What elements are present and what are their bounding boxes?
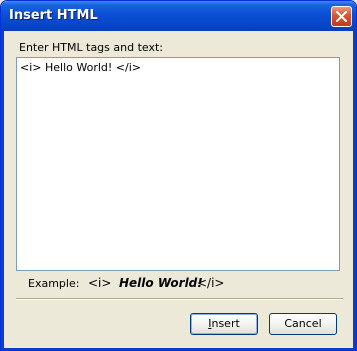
close-button[interactable] (331, 6, 352, 27)
separator (16, 298, 343, 300)
dialog-title: Insert HTML (9, 8, 98, 23)
window-frame-left (1, 31, 4, 350)
insert-html-dialog: Insert HTML Enter HTML tags and text: <i… (0, 0, 357, 351)
insert-button[interactable]: Insert (190, 313, 258, 335)
example-rendered-text: Hello World! (119, 276, 203, 290)
title-bar[interactable]: Insert HTML (1, 1, 356, 31)
example-close-tag: </i> (197, 276, 225, 290)
window-frame-right (353, 31, 356, 350)
example-open-tag: <i> (88, 276, 112, 290)
prompt-label: Enter HTML tags and text: (19, 41, 163, 54)
insert-label-rest: nsert (211, 317, 240, 330)
close-icon (336, 11, 347, 22)
html-input[interactable]: <i> Hello World! </i> (16, 57, 340, 271)
example-label: Example: (28, 277, 80, 290)
cancel-button[interactable]: Cancel (269, 313, 337, 335)
